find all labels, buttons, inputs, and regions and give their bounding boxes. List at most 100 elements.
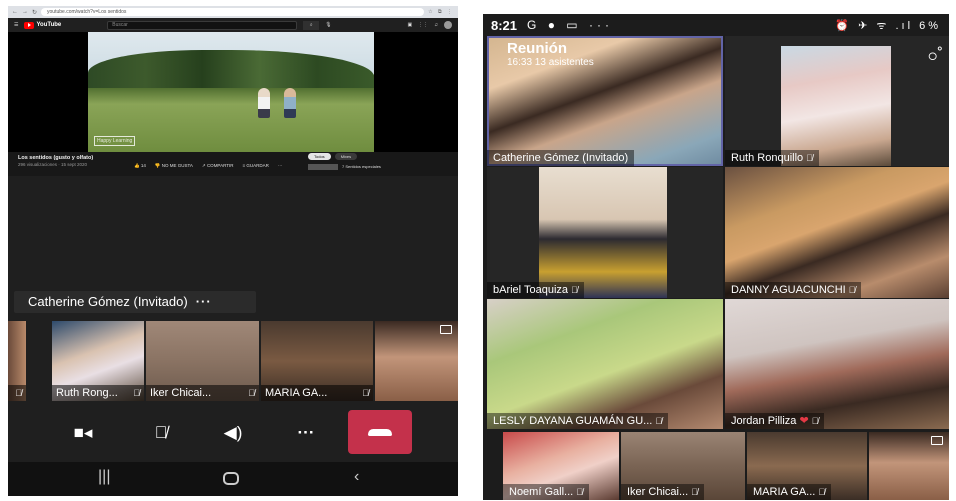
participant-tile[interactable] bbox=[375, 321, 458, 401]
reload-icon[interactable]: ↻ bbox=[32, 9, 37, 16]
filter-chips: Todos Mixes bbox=[308, 153, 358, 160]
participants-icon[interactable]: ဝ˚ bbox=[928, 44, 943, 69]
participant-label: Iker Chicai... 🎙̸ bbox=[146, 385, 259, 401]
participant-tile[interactable]: Jordan Pilliza ❤ 🎙̸ bbox=[725, 299, 949, 429]
heart-icon: ❤ bbox=[799, 415, 809, 427]
related-thumbnail[interactable] bbox=[308, 164, 338, 170]
video-actions: 👍 14 👎 NO ME GUSTA ↗ COMPARTIR ≡ GUARDAR… bbox=[134, 163, 282, 169]
participant-tile[interactable]: Iker Chicai... 🎙̸ bbox=[621, 432, 745, 500]
back-icon[interactable]: ← bbox=[12, 9, 18, 15]
mic-off-icon: 🎙̸ bbox=[571, 285, 578, 295]
participant-label: MARIA GA... 🎙̸ bbox=[261, 385, 373, 401]
mic-off-icon: 🎙̸ bbox=[133, 388, 140, 398]
mic-icon[interactable]: 🎙 bbox=[325, 22, 331, 28]
phone-screen: 8:21 G ● ▭ ··· ⏰ ✈ ᯤ .ıl 6% Catherine Gó… bbox=[483, 14, 949, 500]
related-title[interactable]: 7 Sentidos especiales bbox=[342, 164, 381, 169]
status-app-icons: G ● ▭ ··· bbox=[527, 18, 613, 32]
participant-tile[interactable]: Iker Chicai... 🎙̸ bbox=[146, 321, 259, 401]
participant-tile[interactable]: MARIA GA... 🎙̸ bbox=[747, 432, 867, 500]
meeting-subtitle: 16:33 13 asistentes bbox=[507, 57, 594, 68]
participant-label: MARIA GA... 🎙̸ bbox=[747, 484, 832, 500]
participant-label: 🎙̸ bbox=[8, 385, 26, 401]
recent-apps-icon[interactable]: ||| bbox=[98, 468, 110, 486]
youtube-header: ☰ YouTube Buscar ⌕ 🎙 ▣ ⋮⋮ ♫ bbox=[8, 18, 458, 32]
mic-off-icon: 🎙̸ bbox=[576, 487, 583, 497]
mic-off-icon: 🎙̸ bbox=[248, 388, 255, 398]
participant-label: bAriel Toaquiza 🎙̸ bbox=[487, 282, 584, 298]
share-button[interactable]: ↗ COMPARTIR bbox=[202, 163, 234, 169]
mic-off-icon: 🎙̸ bbox=[811, 416, 819, 426]
watermark-logo: Happy Learning bbox=[94, 136, 136, 146]
participant-label: Noemí Gall... 🎙̸ bbox=[503, 484, 589, 500]
screen-share-icon[interactable] bbox=[440, 325, 452, 334]
video-feed bbox=[539, 167, 667, 298]
youtube-logo[interactable]: YouTube bbox=[24, 21, 61, 29]
participant-tile[interactable]: DANNY AGUACUNCHI 🎙̸ bbox=[725, 167, 949, 298]
avatar[interactable] bbox=[444, 21, 452, 29]
youtube-play-icon bbox=[24, 21, 35, 29]
menu-icon[interactable]: ☰ bbox=[14, 22, 18, 28]
participant-tile[interactable]: MARIA GA... 🎙̸ bbox=[261, 321, 373, 401]
create-icon[interactable]: ▣ bbox=[408, 22, 413, 28]
participant-label: Ruth Rong... 🎙̸ bbox=[52, 385, 144, 401]
more-button[interactable]: ··· bbox=[278, 163, 283, 169]
forward-icon[interactable]: → bbox=[22, 9, 28, 15]
mic-off-icon[interactable]: 🎙̸ bbox=[148, 420, 174, 446]
participant-label: LESLY DAYANA GUAMÁN GU... 🎙̸ bbox=[487, 413, 669, 429]
participant-label: Iker Chicai... 🎙̸ bbox=[621, 484, 704, 500]
search-icon[interactable]: ⌕ bbox=[303, 20, 320, 30]
participant-label: DANNY AGUACUNCHI 🎙̸ bbox=[725, 282, 862, 298]
call-controls: ■◂ 🎙̸ ◀) ··· bbox=[8, 404, 458, 460]
hang-up-icon bbox=[368, 429, 392, 436]
mic-off-icon: 🎙̸ bbox=[848, 285, 856, 295]
video-frame[interactable]: Happy Learning bbox=[88, 32, 374, 152]
participant-tile[interactable] bbox=[869, 432, 949, 500]
participant-tile[interactable]: bAriel Toaquiza 🎙̸ bbox=[487, 167, 723, 298]
status-time: 8:21 bbox=[491, 17, 518, 33]
address-bar[interactable]: youtube.com/watch?v=Los sentidos bbox=[41, 8, 425, 16]
status-bar: 8:21 G ● ▭ ··· ⏰ ✈ ᯤ .ıl 6% bbox=[483, 14, 949, 36]
participant-tile[interactable]: Ruth Rong... 🎙̸ bbox=[52, 321, 144, 401]
speaker-name-pill[interactable]: Catherine Gómez (Invitado) ··· bbox=[14, 291, 256, 313]
tablet-screen: ← → ↻ youtube.com/watch?v=Los sentidos ☆… bbox=[8, 6, 458, 496]
video-person bbox=[258, 88, 270, 118]
participant-tile[interactable]: LESLY DAYANA GUAMÁN GU... 🎙̸ bbox=[487, 299, 723, 429]
android-nav-bar: ||| ‹ bbox=[8, 462, 458, 496]
like-button[interactable]: 👍 14 bbox=[134, 163, 146, 169]
mic-off-icon: 🎙̸ bbox=[806, 153, 813, 163]
video-trees bbox=[88, 50, 374, 88]
participant-tile[interactable]: Ruth Ronquillo 🎙̸ bbox=[725, 36, 949, 166]
mic-off-icon: 🎙̸ bbox=[15, 388, 22, 398]
participant-strip: 🎙̸ Ruth Rong... 🎙̸ Iker Chicai... 🎙̸ MAR… bbox=[8, 321, 458, 401]
chip-mixes[interactable]: Mixes bbox=[334, 153, 358, 160]
more-options-icon[interactable]: ··· bbox=[293, 420, 319, 446]
chip-all[interactable]: Todos bbox=[308, 153, 331, 160]
participant-label: Catherine Gómez (Invitado) bbox=[487, 150, 635, 166]
apps-icon[interactable]: ⋮⋮ bbox=[418, 22, 428, 28]
meeting-title: Reunión bbox=[507, 40, 567, 57]
video-title: Los sentidos (gusto y olfato) bbox=[18, 155, 94, 161]
screen-share-icon[interactable] bbox=[931, 436, 943, 445]
extension-icons[interactable]: ☆ ⧉ ⋮ bbox=[428, 9, 454, 15]
camera-icon[interactable]: ■◂ bbox=[70, 420, 96, 446]
end-call-button[interactable] bbox=[348, 410, 412, 454]
status-right-icons: ⏰ ✈ ᯤ .ıl 6% bbox=[835, 19, 941, 32]
participant-tile[interactable]: Noemí Gall... 🎙̸ bbox=[503, 432, 619, 500]
bell-icon[interactable]: ♫ bbox=[434, 22, 438, 28]
dislike-button[interactable]: 👎 NO ME GUSTA bbox=[155, 163, 193, 169]
browser-tab-bar: ← → ↻ youtube.com/watch?v=Los sentidos ☆… bbox=[8, 6, 458, 18]
mic-off-icon: 🎙̸ bbox=[655, 416, 663, 426]
video-person bbox=[284, 88, 296, 118]
video-player[interactable]: Happy Learning bbox=[8, 32, 458, 152]
mic-off-icon: 🎙̸ bbox=[818, 487, 826, 497]
more-options-icon[interactable]: ··· bbox=[196, 294, 212, 309]
search-input[interactable]: Buscar bbox=[107, 20, 298, 30]
back-icon[interactable]: ‹ bbox=[354, 468, 359, 486]
mic-off-icon: 🎙̸ bbox=[362, 388, 369, 398]
speaker-name: Catherine Gómez (Invitado) bbox=[28, 294, 188, 309]
home-icon[interactable] bbox=[223, 472, 239, 485]
participant-tile[interactable]: 🎙̸ bbox=[8, 321, 26, 401]
speaker-icon[interactable]: ◀) bbox=[220, 420, 246, 446]
save-button[interactable]: ≡ GUARDAR bbox=[243, 163, 269, 169]
mic-off-icon: 🎙̸ bbox=[691, 487, 698, 497]
